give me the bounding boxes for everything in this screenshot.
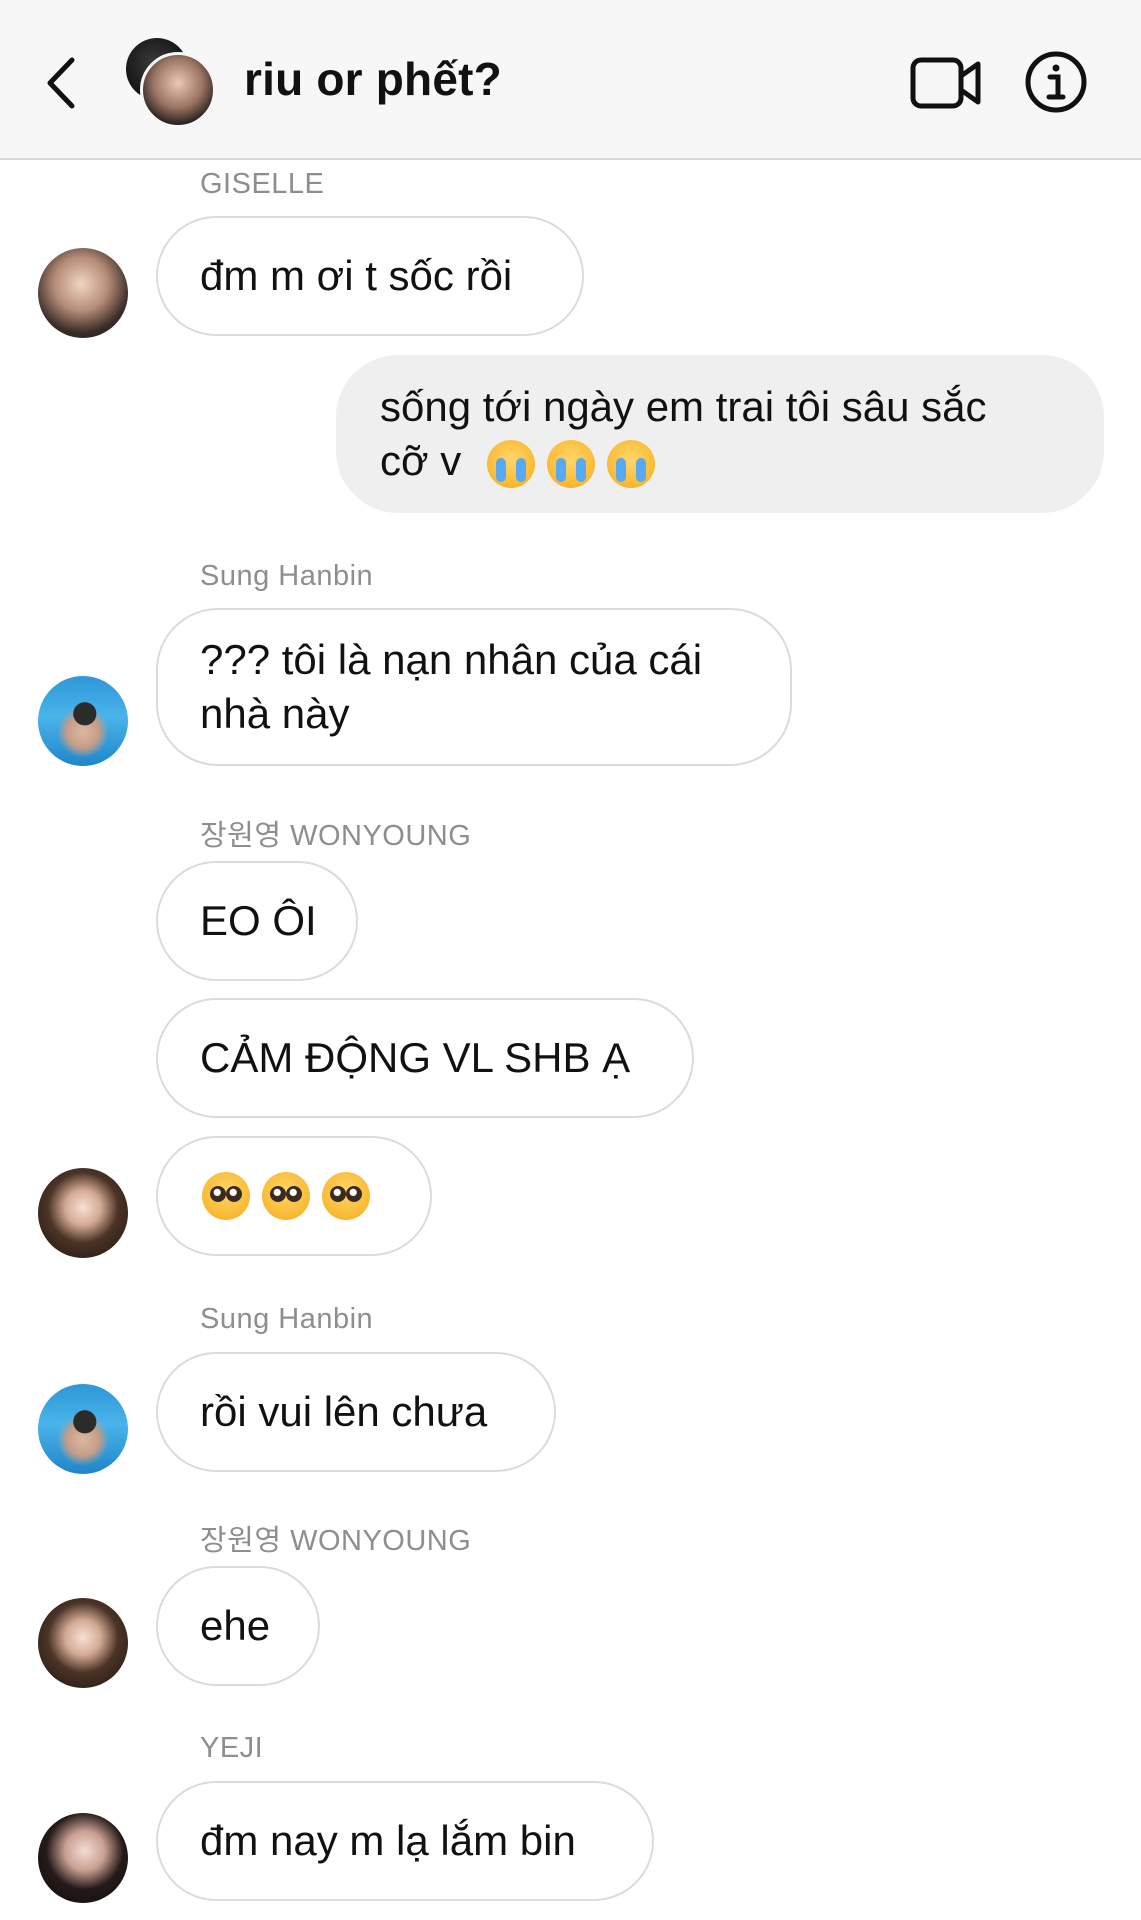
sender-name-wonyoung: 장원영 WONYOUNG <box>200 1525 472 1557</box>
message-line-text: cỡ v <box>380 437 462 484</box>
message-bubble[interactable] <box>156 1136 432 1256</box>
avatar-giselle[interactable] <box>38 248 128 338</box>
loudly-crying-face-icon <box>546 439 595 488</box>
loudly-crying-face-icon <box>606 439 655 488</box>
avatar-wonyoung[interactable] <box>38 1598 128 1688</box>
message-text: ehe <box>200 1602 271 1649</box>
message-line: cỡ v <box>380 434 987 488</box>
loudly-crying-face-icon <box>486 439 535 488</box>
pleading-face-icon <box>262 1172 310 1220</box>
message-bubble[interactable]: CẢM ĐỘNG VL SHB Ạ <box>156 998 694 1118</box>
group-avatar-front <box>140 52 216 128</box>
message-text: EO ÔI <box>200 897 317 944</box>
avatar-wonyoung[interactable] <box>38 1168 128 1258</box>
message-line: sống tới ngày em trai tôi sâu sắc <box>380 383 987 430</box>
message-text: ??? tôi là nạn nhân của cái nhà này <box>200 633 702 741</box>
pleading-face-icon <box>322 1172 370 1220</box>
outgoing-message-bubble[interactable]: sống tới ngày em trai tôi sâu sắc cỡ v <box>336 355 1104 513</box>
message-text: CẢM ĐỘNG VL SHB Ạ <box>200 1034 631 1081</box>
message-text: đm m ơi t sốc rồi <box>200 252 513 299</box>
sender-name-sung-hanbin: Sung Hanbin <box>200 1303 374 1335</box>
chevron-left-icon[interactable] <box>38 50 88 116</box>
message-bubble[interactable]: ehe <box>156 1566 320 1686</box>
sender-name-wonyoung: 장원영 WONYOUNG <box>200 820 472 852</box>
message-text: sống tới ngày em trai tôi sâu sắc cỡ v <box>380 380 987 488</box>
message-bubble[interactable]: ??? tôi là nạn nhân của cái nhà này <box>156 608 792 766</box>
info-icon[interactable] <box>1024 50 1088 114</box>
sender-name-sung-hanbin: Sung Hanbin <box>200 560 374 592</box>
avatar-sung-hanbin[interactable] <box>38 1384 128 1474</box>
message-bubble[interactable]: đm nay m lạ lắm bin <box>156 1781 654 1901</box>
group-avatar[interactable] <box>126 38 218 130</box>
avatar-yeji[interactable] <box>38 1813 128 1903</box>
sender-name-giselle: GISELLE <box>200 168 325 200</box>
message-line: nhà này <box>200 690 350 737</box>
message-text: đm nay m lạ lắm bin <box>200 1817 576 1864</box>
chat-title[interactable]: riu or phết? <box>244 52 502 106</box>
message-bubble[interactable]: đm m ơi t sốc rồi <box>156 216 584 336</box>
chat-header: riu or phết? <box>0 0 1141 160</box>
message-bubble[interactable]: EO ÔI <box>156 861 358 981</box>
message-bubble[interactable]: rồi vui lên chưa <box>156 1352 556 1472</box>
avatar-sung-hanbin[interactable] <box>38 676 128 766</box>
pleading-face-icon <box>202 1172 250 1220</box>
message-line: ??? tôi là nạn nhân của cái <box>200 636 703 683</box>
message-text: rồi vui lên chưa <box>200 1388 488 1435</box>
sender-name-yeji: YEJI <box>200 1732 264 1764</box>
video-call-icon[interactable] <box>910 54 982 112</box>
